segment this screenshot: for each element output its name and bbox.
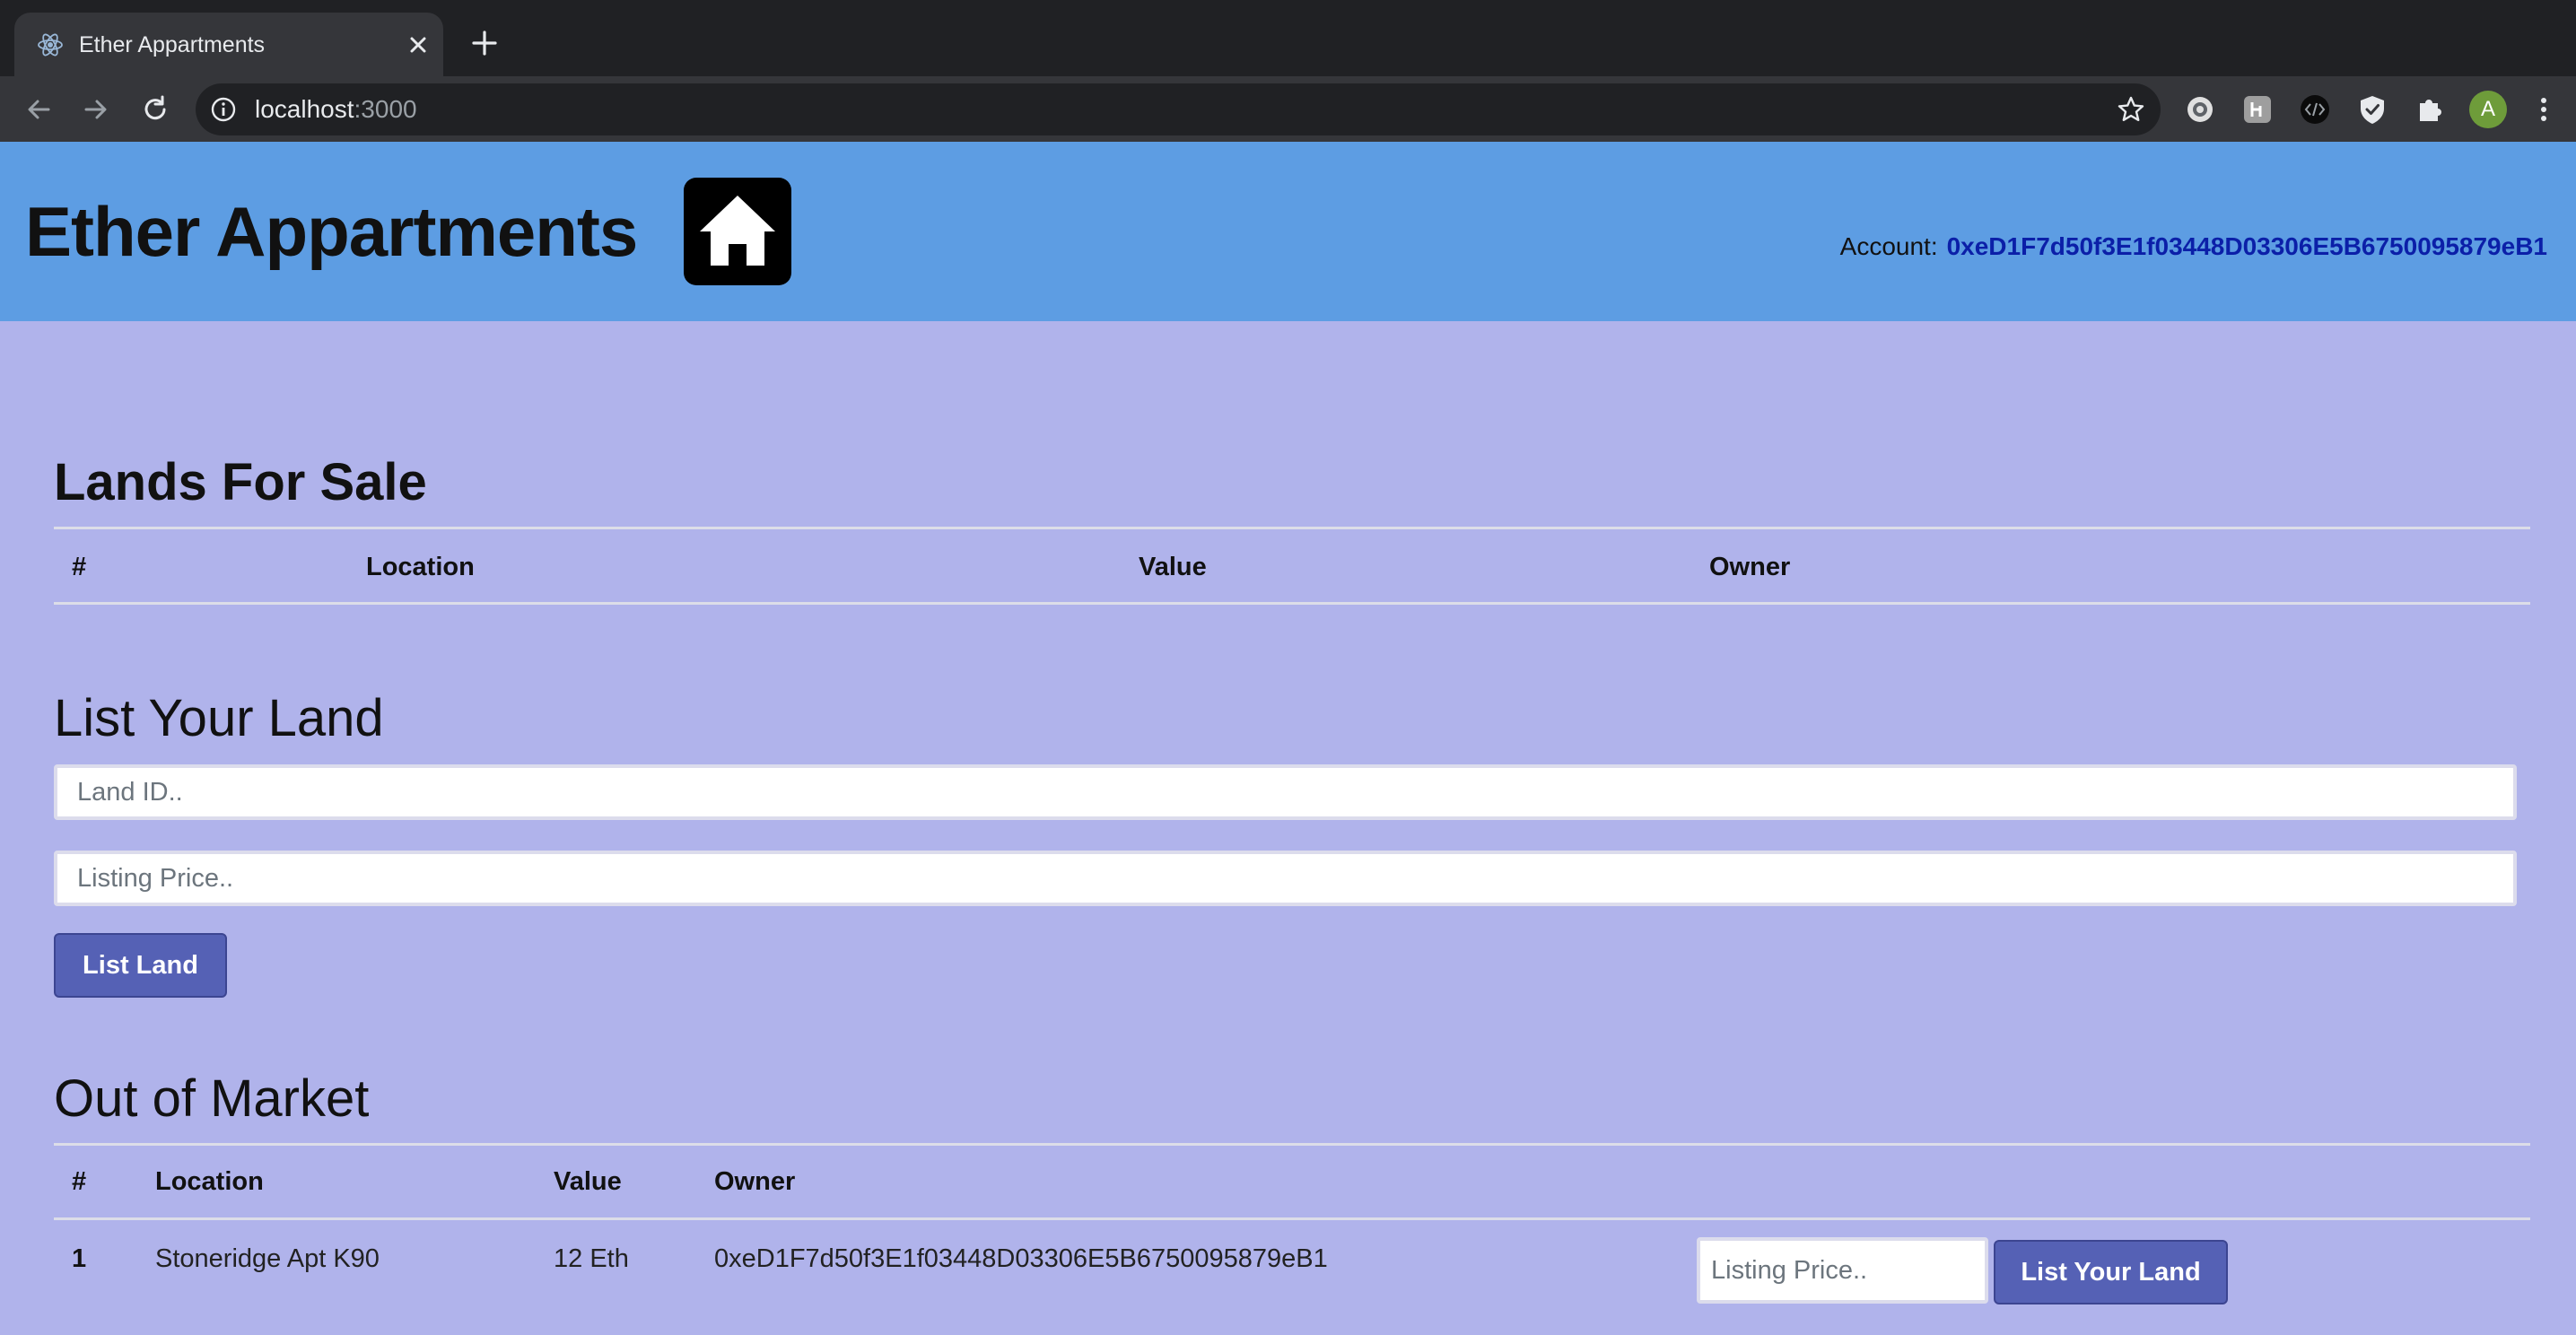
forward-icon[interactable] xyxy=(77,91,115,128)
column-header-value: Value xyxy=(1139,553,1207,581)
account-address: 0xeD1F7d50f3E1f03448D03306E5B6750095879e… xyxy=(1946,232,2547,260)
row-owner: 0xeD1F7d50f3E1f03448D03306E5B6750095879e… xyxy=(714,1244,1328,1273)
table-divider xyxy=(54,602,2530,605)
land-id-input[interactable] xyxy=(54,764,2517,820)
list-land-button[interactable]: List Land xyxy=(54,933,227,998)
column-header-id: # xyxy=(72,1167,87,1196)
out-of-market-title: Out of Market xyxy=(54,1069,370,1128)
bookmark-star-icon[interactable] xyxy=(2116,94,2146,125)
browser-tab[interactable]: Ether Appartments xyxy=(14,13,443,76)
profile-avatar[interactable]: A xyxy=(2469,91,2507,128)
back-icon[interactable] xyxy=(20,91,57,128)
column-header-location: Location xyxy=(366,553,475,581)
row-listing-price-input[interactable] xyxy=(1697,1237,1988,1304)
row-id: 1 xyxy=(72,1244,87,1273)
listing-price-input[interactable] xyxy=(54,851,2517,906)
extension-record-icon[interactable] xyxy=(2183,92,2217,127)
shield-icon[interactable] xyxy=(2355,92,2389,127)
new-tab-icon[interactable] xyxy=(468,27,501,59)
list-your-land-title: List Your Land xyxy=(54,689,384,747)
account-info: Account: 0xeD1F7d50f3E1f03448D03306E5B675… xyxy=(1840,231,2547,262)
table-divider xyxy=(54,527,2530,529)
app-header: Ether Appartments Account: 0xeD1F7d50f3E1… xyxy=(0,142,2576,321)
tab-title: Ether Appartments xyxy=(79,32,266,57)
lands-for-sale-title: Lands For Sale xyxy=(54,453,427,511)
table-divider xyxy=(54,1217,2530,1220)
address-bar[interactable]: localhost:3000 xyxy=(196,83,2161,135)
list-your-land-button[interactable]: List Your Land xyxy=(1994,1240,2228,1304)
browser-tabstrip: Ether Appartments xyxy=(0,0,2576,76)
extensions-puzzle-icon[interactable] xyxy=(2413,92,2447,127)
table-divider xyxy=(54,1143,2530,1146)
app-title: Ether Appartments xyxy=(25,192,638,271)
column-header-id: # xyxy=(72,553,87,581)
account-label: Account: xyxy=(1839,232,1938,260)
column-header-location: Location xyxy=(155,1167,264,1196)
reload-icon[interactable] xyxy=(136,91,174,128)
browser-toolbar: localhost:3000 A xyxy=(0,76,2576,142)
extension-hotkey-icon[interactable] xyxy=(2240,92,2275,127)
column-header-value: Value xyxy=(554,1167,622,1196)
url-port: :3000 xyxy=(354,95,417,123)
row-location: Stoneridge Apt K90 xyxy=(155,1244,380,1273)
close-icon[interactable] xyxy=(402,29,434,61)
address-url[interactable]: localhost:3000 xyxy=(255,95,417,124)
row-value: 12 Eth xyxy=(554,1244,629,1273)
info-icon[interactable] xyxy=(210,96,237,123)
column-header-owner: Owner xyxy=(714,1167,796,1196)
url-host: localhost xyxy=(255,95,354,123)
home-icon xyxy=(684,178,791,285)
extension-code-icon[interactable] xyxy=(2298,92,2332,127)
menu-kebab-icon[interactable] xyxy=(2527,92,2561,127)
react-icon xyxy=(38,33,63,57)
column-header-owner: Owner xyxy=(1709,553,1791,581)
